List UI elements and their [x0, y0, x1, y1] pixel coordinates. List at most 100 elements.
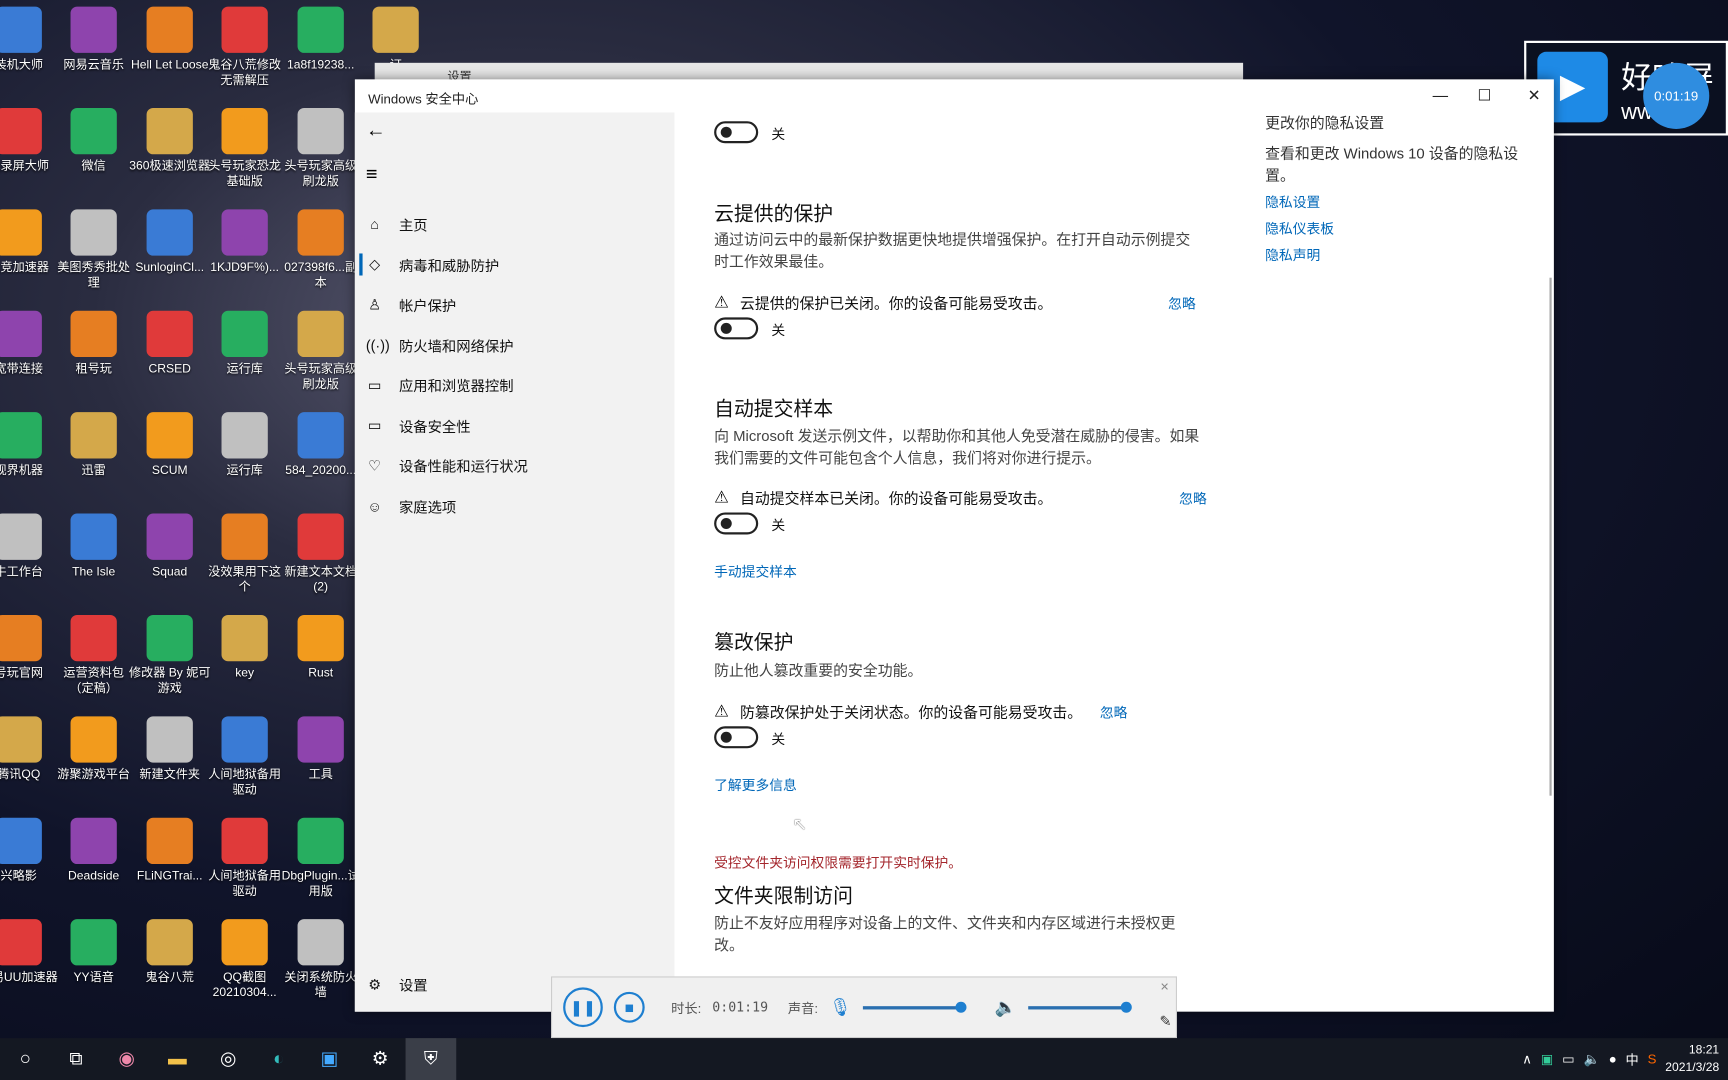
edge-icon[interactable]: ◐ [253, 1038, 304, 1080]
manual-submit-link[interactable]: 手动提交样本 [714, 560, 797, 581]
toggle-switch[interactable] [714, 121, 759, 144]
desktop-icon[interactable]: 宽带连接 [0, 310, 60, 377]
minimize-button[interactable]: — [1424, 86, 1457, 104]
sidebar-item-5[interactable]: ▭ 设备安全性 [366, 415, 471, 436]
desktop-icon[interactable]: SunloginCl... [129, 209, 211, 275]
game-app-icon[interactable]: ◎ [203, 1038, 254, 1080]
desktop-icon[interactable]: 装机大师 [0, 6, 60, 73]
privacy-statement-link[interactable]: 隐私声明 [1265, 245, 1529, 267]
desktop-icon[interactable]: 式录屏大师 [0, 107, 60, 174]
sidebar-item-2[interactable]: ♙ 帐户保护 [366, 294, 456, 315]
desktop-icon[interactable]: 584_20200... [280, 412, 362, 478]
desktop-icon[interactable]: Squad [129, 513, 211, 580]
desktop-icon[interactable]: 运行库 [204, 412, 286, 478]
desktop-icon[interactable]: 美图秀秀批处理 [53, 209, 135, 291]
desktop-icon[interactable]: 兴略影 [0, 817, 60, 884]
toggle-tamper[interactable]: 关 [714, 726, 785, 749]
sidebar-item-settings[interactable]: ⚙ 设置 [366, 974, 427, 995]
desktop-icon[interactable]: The Isle [53, 513, 135, 580]
desktop-icon[interactable]: Deadside [53, 817, 135, 884]
desktop-icon[interactable]: 人间地狱备用驱动 [204, 716, 286, 798]
desktop-icon[interactable]: 鬼谷八荒修改无需解压 [204, 6, 286, 89]
scrollbar[interactable] [1549, 277, 1552, 796]
desktop-icon[interactable]: 运营资料包（定稿） [53, 614, 135, 697]
task-view-button[interactable]: ⧉ [51, 1038, 102, 1080]
desktop-icon[interactable]: 腾讯QQ [0, 716, 60, 782]
desktop-icon[interactable]: DbgPlugin...试用版 [280, 817, 362, 900]
desktop-icon[interactable]: QQ截图20210304... [204, 919, 286, 1001]
sogou-icon[interactable]: S [1648, 1051, 1657, 1066]
file-explorer-icon[interactable]: ▬ [152, 1038, 203, 1080]
desktop-icon[interactable]: 工具 [280, 716, 362, 782]
tamper-ignore-link[interactable]: 忽略 [1100, 701, 1128, 722]
desktop-icon[interactable]: FLiNGTrai... [129, 817, 211, 884]
desktop-icon[interactable]: 租号玩 [53, 310, 135, 377]
mic-volume-slider[interactable] [862, 1001, 967, 1013]
settings-icon[interactable]: ⚙ [355, 1038, 406, 1080]
clock[interactable]: 18:21 2021/3/28 [1665, 1041, 1719, 1076]
stop-button[interactable]: ■ [613, 991, 645, 1023]
desktop-icon[interactable]: 号玩官网 [0, 614, 60, 681]
desktop-icon[interactable]: 鬼谷八荒 [129, 919, 211, 985]
cloud-ignore-link[interactable]: 忽略 [1168, 292, 1196, 313]
desktop-icon[interactable]: CRSED [129, 310, 211, 377]
toggle-switch[interactable] [714, 317, 759, 340]
sidebar-item-0[interactable]: ⌂ 主页 [366, 214, 427, 235]
qq-icon[interactable]: ● [1609, 1051, 1617, 1066]
desktop-icon[interactable]: 修改器 By 妮可游戏 [129, 614, 211, 697]
toggle-switch[interactable] [714, 726, 759, 749]
search-button[interactable]: ○ [0, 1038, 51, 1080]
desktop-icon[interactable]: 网易UU加速器 [0, 919, 60, 985]
close-recorder-icon[interactable]: ✕ [1160, 982, 1169, 994]
maximize-button[interactable]: ☐ [1468, 86, 1501, 105]
speaker-volume-slider[interactable] [1027, 1001, 1132, 1013]
desktop-icon[interactable]: 头号玩家高级刷龙版 [280, 107, 362, 190]
ime-indicator[interactable]: 中 [1626, 1050, 1639, 1069]
desktop-icon[interactable]: 027398f6...副本 [280, 209, 362, 291]
desktop-icon[interactable]: 关闭系统防火墙 [280, 919, 362, 1001]
browser-360-icon[interactable]: ◉ [101, 1038, 152, 1080]
desktop-icon[interactable]: 没效果用下这个 [204, 513, 286, 596]
toggle-realtime[interactable]: 关 [714, 121, 785, 144]
desktop-icon[interactable]: 电竞加速器 [0, 209, 60, 275]
desktop-icon[interactable]: 头号玩家高级刷龙版 [280, 310, 362, 393]
desktop-icon[interactable]: 迅雷 [53, 412, 135, 478]
desktop-icon[interactable]: Hell Let Loose [129, 6, 211, 73]
desktop-icon[interactable]: 牛工作台 [0, 513, 60, 580]
desktop-icon[interactable]: 1KJD9F%)... [204, 209, 286, 275]
sidebar-item-6[interactable]: ♡ 设备性能和运行状况 [366, 455, 528, 476]
hamburger-menu-button[interactable]: ≡ [366, 163, 378, 186]
toggle-sample[interactable]: 关 [714, 512, 785, 535]
app-tray-icon[interactable]: ▣ [1541, 1051, 1554, 1066]
volume-icon[interactable]: 🔈 [1583, 1051, 1599, 1066]
toggle-switch[interactable] [714, 512, 759, 535]
privacy-settings-link[interactable]: 隐私设置 [1265, 192, 1529, 214]
desktop-icon[interactable]: 新建文件夹 [129, 716, 211, 782]
desktop-icon[interactable]: 人间地狱备用驱动 [204, 817, 286, 900]
desktop-icon[interactable]: key [204, 614, 286, 681]
sidebar-item-1[interactable]: ◇ 病毒和威胁防护 [366, 254, 499, 275]
sidebar-item-7[interactable]: ☺ 家庭选项 [366, 495, 456, 516]
sidebar-item-4[interactable]: ▭ 应用和浏览器控制 [366, 375, 514, 396]
toggle-cloud[interactable]: 关 [714, 317, 785, 340]
privacy-dashboard-link[interactable]: 隐私仪表板 [1265, 218, 1529, 240]
desktop-icon[interactable]: 360极速浏览器 [129, 107, 211, 174]
desktop-icon[interactable]: 头号玩家恐龙基础版 [204, 107, 286, 190]
network-icon[interactable]: ▭ [1562, 1051, 1575, 1066]
sidebar-item-3[interactable]: ((·)) 防火墙和网络保护 [366, 334, 514, 355]
desktop-icon[interactable]: 运行库 [204, 310, 286, 377]
sample-ignore-link[interactable]: 忽略 [1179, 487, 1207, 508]
desktop-icon[interactable]: 网易云音乐 [53, 6, 135, 73]
desktop-icon[interactable]: 视界机器 [0, 412, 60, 478]
pen-icon[interactable]: ✎ [1159, 1013, 1171, 1031]
back-button[interactable]: ← [366, 119, 386, 142]
security-shield-icon[interactable]: ⛨ [405, 1038, 457, 1080]
recorder-app-badge[interactable]: ▶ 好哈屏 www.ha 0:01:19 [1524, 40, 1728, 136]
desktop-icon[interactable]: 1a8f19238... [280, 6, 362, 73]
desktop-icon[interactable]: 微信 [53, 107, 135, 174]
desktop-icon[interactable]: Rust [280, 614, 362, 681]
close-button[interactable]: ✕ [1518, 86, 1551, 105]
desktop-icon[interactable]: 新建文本文档(2) [280, 513, 362, 596]
desktop-icon[interactable]: 游聚游戏平台 [53, 716, 135, 782]
pause-button[interactable]: ❚❚ [563, 987, 603, 1028]
